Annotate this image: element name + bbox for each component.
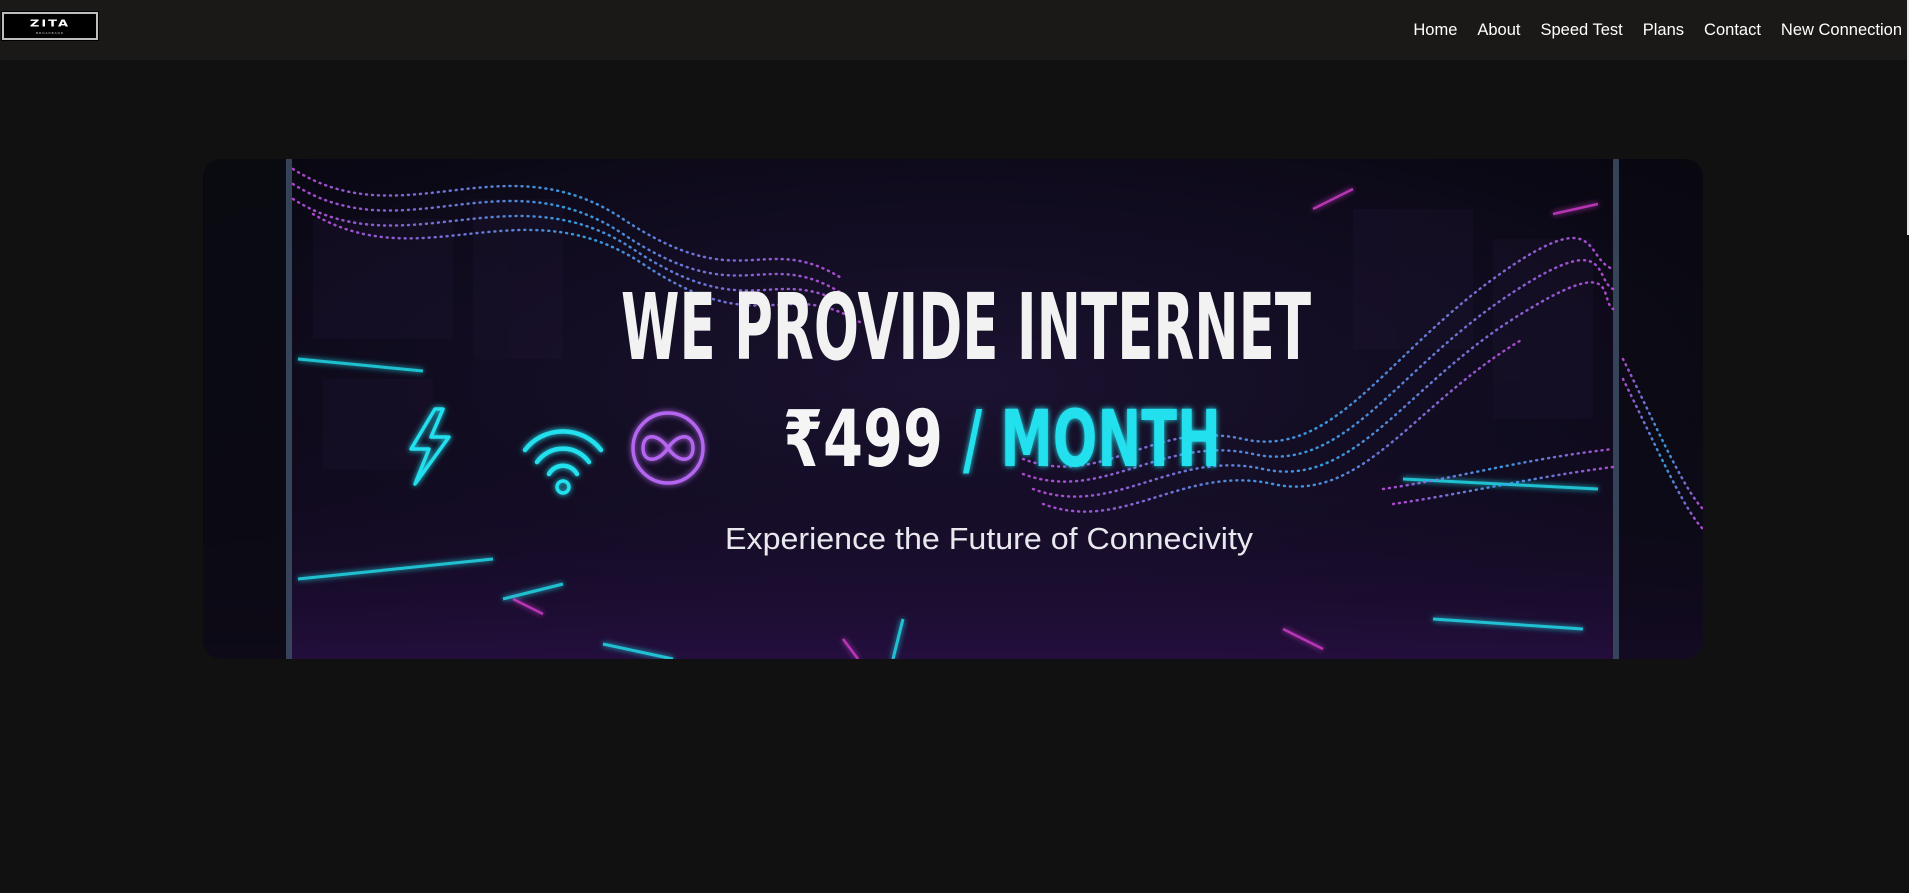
top-navbar: ZITA BROADBAND Home About Speed Test Pla… xyxy=(0,0,1907,60)
nav-link-plans[interactable]: Plans xyxy=(1643,21,1684,40)
hero-period: / MONTH xyxy=(963,395,1221,485)
nav-menu: Home About Speed Test Plans Contact New … xyxy=(1413,0,1902,60)
hero-headline: WE PROVIDE INTERNET xyxy=(621,274,1311,381)
nav-link-home[interactable]: Home xyxy=(1413,21,1457,40)
hero-banner-graphic: WE PROVIDE INTERNET ₹499 / MONTH Experie… xyxy=(203,159,1703,659)
hero-price: ₹499 xyxy=(783,395,943,485)
nav-link-speed-test[interactable]: Speed Test xyxy=(1541,21,1623,40)
nav-link-contact[interactable]: Contact xyxy=(1704,21,1761,40)
brand-logo[interactable]: ZITA BROADBAND xyxy=(1,11,99,41)
nav-link-about[interactable]: About xyxy=(1477,21,1520,40)
logo-subtitle: BROADBAND xyxy=(35,31,64,35)
logo-wordmark: ZITA xyxy=(29,18,71,30)
hero-banner: WE PROVIDE INTERNET ₹499 / MONTH Experie… xyxy=(203,159,1703,659)
nav-link-new-connection[interactable]: New Connection xyxy=(1781,21,1902,40)
hero-tagline: Experience the Future of Connecivity xyxy=(725,521,1254,556)
